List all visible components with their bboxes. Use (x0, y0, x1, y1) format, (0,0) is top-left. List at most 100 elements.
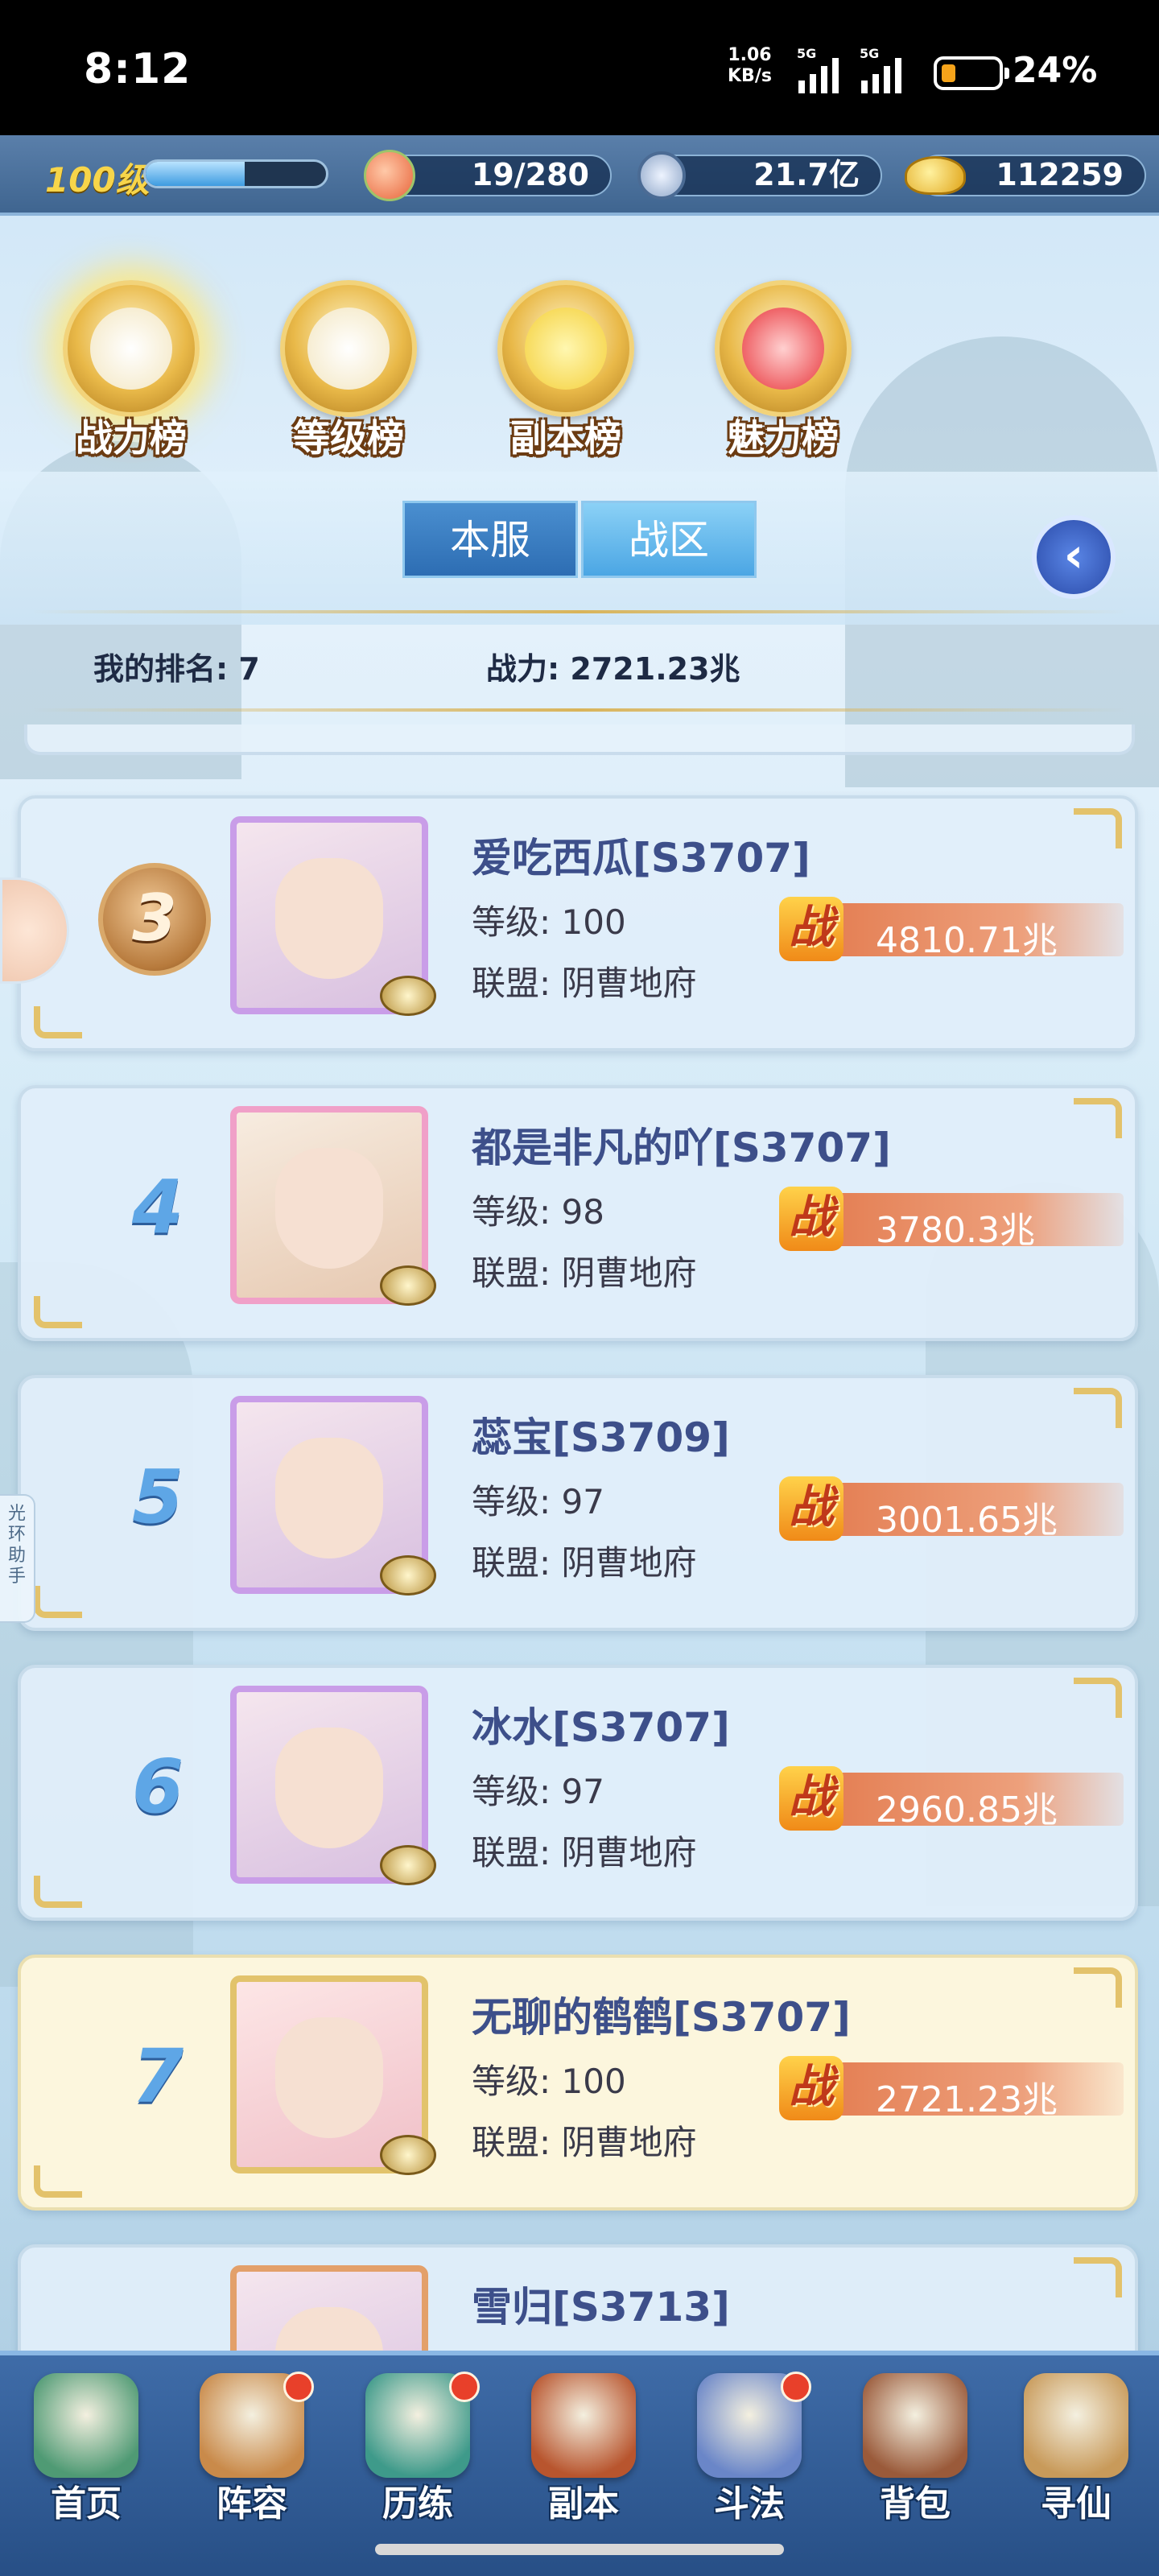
player-name: 冰水[S3707] (472, 1704, 730, 1751)
nav-label: 背包 (880, 2483, 951, 2524)
corner-ornament (1074, 1098, 1122, 1138)
corner-ornament (1074, 808, 1122, 848)
home-indicator[interactable] (375, 2544, 784, 2555)
player-name: 都是非凡的吖[S3707] (472, 1125, 891, 1171)
rank-number: 4 (131, 1164, 184, 1250)
corner-ornament (34, 2165, 82, 2198)
nav-seek[interactable]: 寻仙 (993, 2359, 1159, 2537)
player-name: 无聊的鹤鹤[S3707] (472, 1994, 851, 2041)
player-level-text: 等级: 97 (472, 1772, 604, 1811)
nav-bag[interactable]: 背包 (832, 2359, 998, 2537)
corner-ornament (1074, 1678, 1122, 1718)
avatar[interactable] (230, 1975, 436, 2175)
tab-label: 魅力榜 (728, 416, 839, 460)
coin-icon (637, 151, 686, 200)
rank-row[interactable]: 6 冰水[S3707] 等级: 97 联盟: 阴曹地府 战 2960.85兆 (18, 1665, 1138, 1921)
player-alliance: 联盟: 阴曹地府 (472, 1253, 697, 1293)
my-power: 战力: 2721.23兆 (486, 651, 740, 687)
gate-icon (531, 2373, 636, 2478)
rank-row[interactable]: 5 蕊宝[S3709] 等级: 97 联盟: 阴曹地府 战 3001.65兆 (18, 1375, 1138, 1631)
silver-value: 21.7亿 (753, 157, 860, 192)
power-value: 2960.85兆 (876, 1790, 1058, 1831)
power-bar: 战 3780.3兆 (779, 1187, 1124, 1251)
nav-label: 寻仙 (1041, 2483, 1112, 2524)
battle-icon: 战 (779, 1766, 843, 1831)
nav-home[interactable]: 首页 (3, 2359, 169, 2537)
star-rank-icon (497, 280, 634, 417)
power-bar: 战 2960.85兆 (779, 1766, 1124, 1831)
scroll-icon (1024, 2373, 1128, 2478)
tab-dungeon-rank[interactable]: 副本榜 (473, 266, 658, 467)
corner-ornament (34, 1876, 82, 1908)
tab-label: 等级榜 (293, 416, 404, 460)
battery-level (942, 64, 955, 82)
my-rank: 我的排名: 7 (93, 651, 260, 687)
previous-card-edge (24, 724, 1135, 755)
rank-badge-icon (380, 2135, 436, 2175)
player-level-text: 等级: 98 (472, 1192, 604, 1232)
status-time: 8:12 (84, 45, 192, 93)
tab-local-server[interactable]: 本服 (402, 501, 578, 578)
notification-dot (283, 2372, 314, 2402)
tab-label: 战力榜 (76, 416, 187, 460)
back-arrow-icon[interactable]: ‹ (1032, 515, 1116, 599)
nav-label: 阵容 (217, 2483, 287, 2524)
avatar[interactable] (230, 816, 436, 1016)
corner-ornament (34, 1006, 82, 1038)
net-speed: 1.06 KB/s (728, 45, 772, 86)
player-level-text: 等级: 100 (472, 902, 626, 942)
corner-ornament (34, 1296, 82, 1328)
battery-percent: 24% (1013, 50, 1098, 91)
nav-label: 历练 (382, 2483, 453, 2524)
helper-tab[interactable]: 光环助手 (0, 1494, 35, 1623)
battle-icon: 战 (779, 1476, 843, 1541)
battery-icon (934, 56, 1009, 90)
rank-number: 7 (131, 2033, 184, 2120)
exp-bar (143, 159, 328, 188)
nav-label: 首页 (51, 2483, 122, 2524)
avatar[interactable] (230, 1686, 436, 1885)
tab-power-rank[interactable]: 战力榜 (39, 266, 224, 467)
power-rank-icon (63, 280, 200, 417)
player-level-text: 等级: 97 (472, 1482, 604, 1521)
nav-lineup[interactable]: 阵容 (169, 2359, 335, 2537)
power-bar: 战 4810.71兆 (779, 897, 1124, 961)
signal-icon-2: 5G (860, 47, 901, 93)
avatar[interactable] (230, 1106, 436, 1306)
rank-row[interactable]: 4 都是非凡的吖[S3707] 等级: 98 联盟: 阴曹地府 战 3780.3… (18, 1085, 1138, 1341)
nav-label: 斗法 (714, 2483, 785, 2524)
power-value: 3001.65兆 (876, 1500, 1058, 1541)
player-alliance: 联盟: 阴曹地府 (472, 964, 697, 1003)
nav-duel[interactable]: 斗法 (666, 2359, 832, 2537)
corner-ornament (1074, 2257, 1122, 2297)
my-rank-row[interactable]: 7 无聊的鹤鹤[S3707] 等级: 100 联盟: 阴曹地府 战 2721.2… (18, 1955, 1138, 2211)
bronze-medal-icon: 3 (98, 863, 211, 976)
player-name: 蕊宝[S3709] (472, 1414, 730, 1461)
nav-training[interactable]: 历练 (335, 2359, 501, 2537)
stamina-value: 19/280 (471, 157, 589, 192)
tab-charm-rank[interactable]: 魅力榜 (691, 266, 876, 467)
rank-badge-icon (380, 1555, 436, 1596)
power-value: 3780.3兆 (876, 1210, 1035, 1251)
power-bar: 战 3001.65兆 (779, 1476, 1124, 1541)
exp-fill (146, 162, 245, 186)
game-ranking-screen: 8:12 1.06 KB/s 5G 5G 24% 100级 19/280 21.… (0, 0, 1159, 2576)
player-name: 雪归[S3713] (472, 2284, 730, 2330)
divider (32, 610, 1127, 613)
nav-dungeon[interactable]: 副本 (501, 2359, 666, 2537)
tab-war-zone[interactable]: 战区 (581, 501, 757, 578)
avatar[interactable] (230, 1396, 436, 1596)
corner-ornament (1074, 1388, 1122, 1428)
corner-ornament (1074, 1967, 1122, 2008)
battle-icon: 战 (779, 1187, 843, 1251)
player-alliance: 联盟: 阴曹地府 (472, 1833, 697, 1872)
corner-ornament (34, 1586, 82, 1618)
rank-number: 5 (131, 1454, 184, 1540)
ingot-icon (905, 156, 966, 195)
player-level: 100级 (45, 160, 150, 200)
rank-row[interactable]: 3 爱吃西瓜[S3707] 等级: 100 联盟: 阴曹地府 战 4810.71… (18, 795, 1138, 1051)
tab-level-rank[interactable]: 等级榜 (256, 266, 441, 467)
notification-dot (781, 2372, 811, 2402)
power-bar: 战 2721.23兆 (779, 2056, 1124, 2120)
home-icon (34, 2373, 138, 2478)
